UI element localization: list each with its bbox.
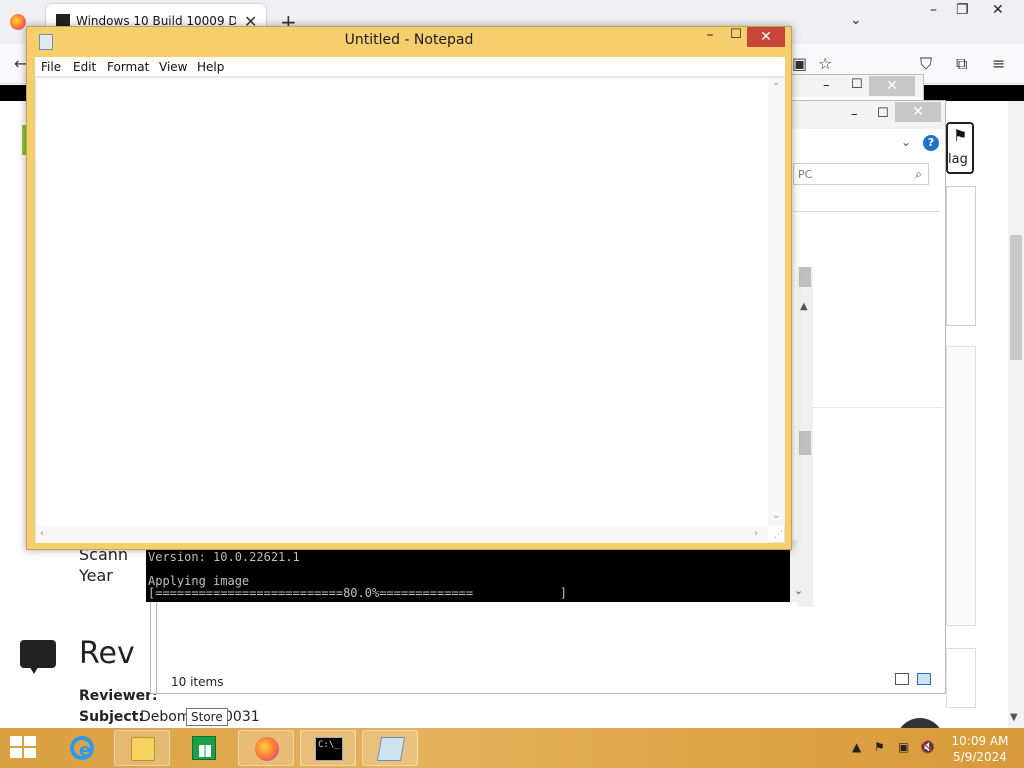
scroll-up-arrow-icon[interactable]: ▲ (800, 301, 808, 312)
menu-format[interactable]: Format (107, 60, 149, 74)
folder-icon (131, 737, 155, 761)
explorer-minimize-button[interactable]: – (823, 78, 830, 93)
explorer-minimize-button[interactable]: – (851, 107, 858, 122)
status-item-count: 10 items (171, 675, 224, 689)
menu-help[interactable]: Help (197, 60, 224, 74)
browser-restore-button[interactable]: ❐ (956, 2, 969, 18)
firefox-icon (255, 737, 279, 761)
scroll-down-arrow-icon[interactable]: ⌄ (794, 584, 803, 597)
page-scrollbar-thumb[interactable] (1010, 235, 1022, 360)
scroll-up-arrow-icon[interactable]: ⌃ (772, 82, 780, 93)
page-scrollbar[interactable] (1008, 101, 1024, 728)
menu-file[interactable]: File (41, 60, 61, 74)
console-line: Version: 10.0.22621.1 (148, 550, 300, 564)
command-prompt-icon: C:\_ (315, 737, 343, 761)
taskbar-firefox[interactable] (238, 730, 294, 766)
scroll-down-arrow-icon[interactable]: ▼ (1010, 712, 1018, 723)
reviewer-label: Reviewer: (79, 688, 158, 704)
year-label: Year (79, 566, 113, 585)
flag-icon: ⚑ (953, 126, 968, 145)
menu-hamburger-icon[interactable]: ≡ (992, 54, 1005, 73)
menu-edit[interactable]: Edit (73, 60, 96, 74)
notepad-icon (376, 737, 406, 761)
explorer-maximize-button[interactable]: ☐ (851, 77, 863, 92)
show-hidden-icons-button[interactable]: ▲ (852, 740, 861, 754)
start-button[interactable] (10, 736, 38, 760)
explorer-close-button[interactable]: ✕ (895, 102, 941, 122)
taskbar-file-explorer[interactable] (114, 730, 170, 766)
help-icon[interactable]: ? (923, 135, 939, 151)
console-progress-line: [==========================80.0%========… (148, 586, 568, 600)
taskbar-command-prompt[interactable]: C:\_ (300, 730, 356, 766)
scroll-left-arrow-icon[interactable]: ‹ (40, 528, 44, 539)
list-tabs-button[interactable]: ⌄ (850, 12, 862, 28)
divider (793, 211, 939, 212)
taskbar-notepad[interactable] (362, 730, 418, 766)
flag-label: lag (948, 152, 968, 167)
bookmark-star-icon[interactable]: ☆ (818, 54, 832, 73)
notepad-vertical-scrollbar[interactable]: ⌃ ⌄ (768, 78, 785, 526)
internet-explorer-icon: e (70, 736, 94, 761)
notepad-horizontal-scrollbar[interactable]: ‹ › (36, 526, 768, 543)
clock-date: 5/9/2024 (953, 750, 1007, 764)
explorer-scrollbar-thumb[interactable] (799, 267, 811, 287)
taskbar-store[interactable] (176, 730, 232, 766)
notepad-title: Untitled - Notepad (344, 32, 474, 48)
pocket-icon[interactable]: ⛉ (920, 54, 932, 74)
clock-time: 10:09 AM (951, 734, 1009, 748)
firefox-logo-icon (10, 14, 26, 30)
subject-label: Subject: (79, 709, 144, 725)
extensions-icon[interactable]: ⧉ (956, 54, 967, 74)
subject-value: Debom (140, 709, 191, 725)
resize-grip-icon[interactable]: ⋰ (774, 530, 783, 540)
notepad-minimize-button[interactable]: – (697, 27, 723, 47)
subject-value-end: 0031 (224, 709, 260, 725)
details-view-icon[interactable] (895, 673, 909, 685)
browser-close-button[interactable]: ✕ (992, 2, 1004, 18)
ribbon-expand-icon[interactable]: ⌄ (901, 135, 911, 149)
flag-button[interactable]: ⚑ lag (946, 122, 974, 174)
divider (813, 407, 943, 408)
store-tooltip: Store (186, 708, 228, 726)
store-icon (192, 736, 216, 760)
browser-minimize-button[interactable]: – (930, 2, 937, 18)
explorer-close-button[interactable]: ✕ (869, 76, 915, 96)
notepad-menu-bar: File Edit Format View Help (35, 57, 785, 77)
page-card (946, 648, 976, 708)
explorer-scrollbar-thumb[interactable] (799, 431, 811, 455)
page-card (946, 186, 976, 326)
console-scrollbar[interactable]: ⌄ (790, 540, 812, 602)
reviews-chat-icon-tail (28, 664, 40, 674)
menu-view[interactable]: View (159, 60, 187, 74)
taskbar-clock[interactable]: 10:09 AM 5/9/2024 (946, 733, 1014, 765)
notepad-window: Untitled - Notepad – ☐ ✕ File Edit Forma… (26, 26, 792, 550)
scroll-right-arrow-icon[interactable]: › (754, 528, 758, 539)
search-icon[interactable]: ⌕ (915, 167, 922, 182)
notepad-close-button[interactable]: ✕ (747, 27, 785, 47)
large-icons-view-icon[interactable] (917, 673, 931, 685)
taskbar-internet-explorer[interactable]: e (54, 730, 110, 766)
volume-muted-icon[interactable]: 🔇 (920, 740, 935, 754)
explorer-maximize-button[interactable]: ☐ (877, 106, 889, 121)
action-center-flag-icon[interactable]: ⚑ (874, 740, 885, 754)
notepad-maximize-button[interactable]: ☐ (723, 27, 749, 47)
explorer-search-input[interactable]: PC ⌕ (793, 163, 929, 185)
network-icon[interactable]: ▣ (898, 740, 909, 754)
notepad-text-area[interactable]: ⌃ ⌄ ‹ › ⋰ (35, 77, 785, 543)
page-card (946, 346, 976, 626)
reader-view-icon[interactable]: ▣ (792, 54, 807, 73)
search-placeholder: PC (798, 168, 813, 181)
taskbar: e C:\_ ▲ ⚑ ▣ 🔇 10:09 AM 5/9/2024 (0, 728, 1024, 768)
reviews-heading: Rev (79, 636, 135, 671)
scroll-down-arrow-icon[interactable]: ⌄ (772, 510, 780, 521)
